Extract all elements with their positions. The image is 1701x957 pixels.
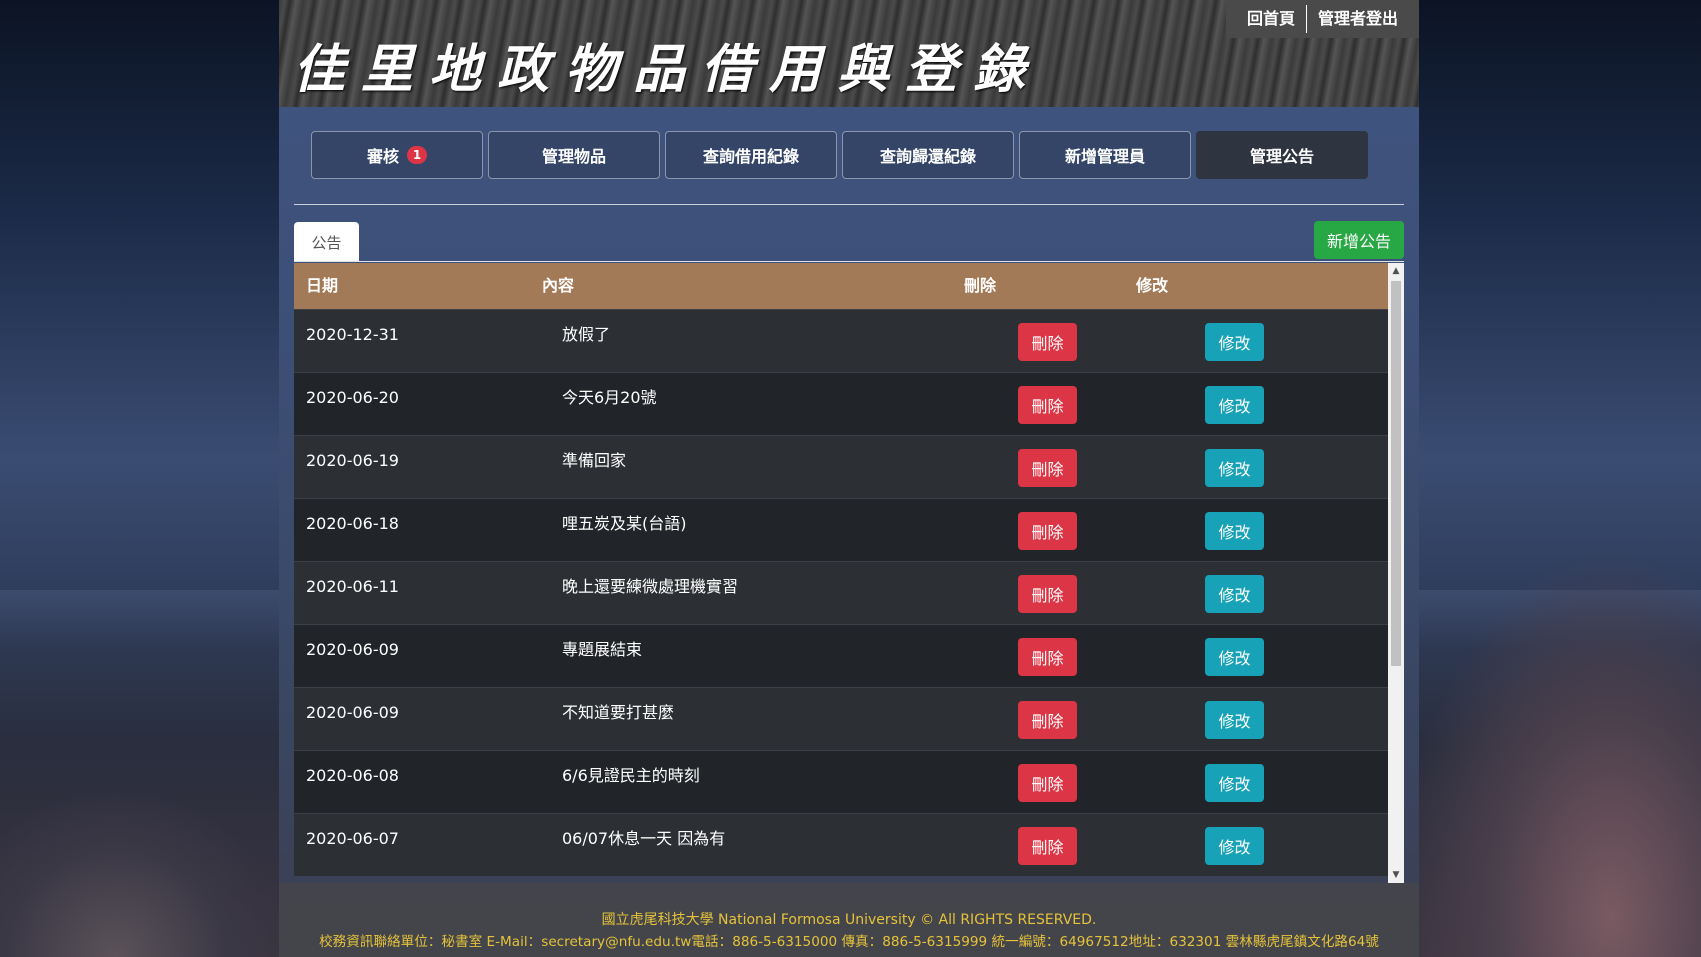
row-date: 2020-06-19 [306, 451, 399, 470]
delete-button[interactable]: 刪除 [1018, 575, 1077, 613]
section-divider [294, 204, 1404, 205]
table-row: 2020-06-08 6/6見證民主的時刻 刪除 修改 [294, 750, 1388, 813]
nav-add-admin-button[interactable]: 新增管理員 [1019, 131, 1191, 179]
home-link[interactable]: 回首頁 [1236, 4, 1306, 34]
delete-button[interactable]: 刪除 [1018, 323, 1077, 361]
table-row: 2020-06-18 哩五炭及某(台語) 刪除 修改 [294, 498, 1388, 561]
delete-button[interactable]: 刪除 [1018, 512, 1077, 550]
edit-button[interactable]: 修改 [1205, 827, 1264, 865]
header-delete: 刪除 [964, 276, 997, 295]
scroll-down-arrow-icon[interactable]: ▼ [1388, 867, 1404, 883]
table-row: 2020-06-11 晚上還要練微處理機實習 刪除 修改 [294, 561, 1388, 624]
header-edit: 修改 [1136, 276, 1169, 295]
edit-button[interactable]: 修改 [1205, 386, 1264, 424]
table-body: 2020-12-31 放假了 刪除 修改 2020-06-20 今天6月20號 刪除 修改 20… [294, 309, 1388, 876]
background-rock-left [0, 787, 290, 957]
row-content: 06/07休息一天 因為有 [562, 829, 726, 848]
announcement-table: 日期 內容 刪除 修改 2020-12-31 放假了 刪除 修改 2020-06-20 今… [294, 263, 1404, 883]
delete-button[interactable]: 刪除 [1018, 638, 1077, 676]
edit-button[interactable]: 修改 [1205, 764, 1264, 802]
table-row: 2020-06-09 不知道要打甚麼 刪除 修改 [294, 687, 1388, 750]
delete-button[interactable]: 刪除 [1018, 701, 1077, 739]
footer-copyright: 國立虎尾科技大學 National Formosa University © A… [601, 912, 1097, 928]
footer: 國立虎尾科技大學 National Formosa University © A… [279, 883, 1419, 957]
row-content: 準備回家 [562, 451, 627, 470]
nav-review-button[interactable]: 審核 1 [311, 131, 483, 179]
admin-logout-link[interactable]: 管理者登出 [1307, 4, 1409, 34]
row-content: 不知道要打甚麼 [562, 703, 675, 722]
site-title: 佳里地政物品借用與登錄 [293, 39, 1042, 100]
table-row: 2020-06-19 準備回家 刪除 修改 [294, 435, 1388, 498]
delete-button[interactable]: 刪除 [1018, 386, 1077, 424]
table-row: 2020-06-20 今天6月20號 刪除 修改 [294, 372, 1388, 435]
nav-manage-announcements-button[interactable]: 管理公告 [1196, 131, 1368, 179]
row-date: 2020-06-11 [306, 577, 399, 596]
row-date: 2020-06-09 [306, 640, 399, 659]
nav-borrow-records-button[interactable]: 查詢借用紀錄 [665, 131, 837, 179]
edit-button[interactable]: 修改 [1205, 323, 1264, 361]
header-banner: 佳里地政物品借用與登錄 回首頁 管理者登出 [279, 0, 1419, 107]
table-header: 日期 內容 刪除 修改 [294, 263, 1388, 309]
row-date: 2020-06-09 [306, 703, 399, 722]
row-date: 2020-12-31 [306, 325, 399, 344]
row-date: 2020-06-18 [306, 514, 399, 533]
delete-button[interactable]: 刪除 [1018, 449, 1077, 487]
table-scrollbar[interactable]: ▲ ▼ [1388, 263, 1404, 883]
table-row: 2020-06-07 06/07休息一天 因為有 刪除 修改 [294, 813, 1388, 876]
edit-button[interactable]: 修改 [1205, 575, 1264, 613]
table-row: 2020-12-31 放假了 刪除 修改 [294, 309, 1388, 372]
row-content: 晚上還要練微處理機實習 [562, 577, 739, 596]
row-date: 2020-06-20 [306, 388, 399, 407]
edit-button[interactable]: 修改 [1205, 638, 1264, 676]
header-content: 內容 [542, 276, 575, 295]
scroll-thumb[interactable] [1391, 281, 1401, 666]
tab-underline [294, 261, 1404, 262]
footer-contact: 校務資訊聯絡單位：秘書室 E-Mail：secretary@nfu.edu.tw… [319, 934, 1379, 950]
nav-review-label: 審核 [366, 147, 399, 166]
admin-nav: 審核 1 管理物品 查詢借用紀錄 查詢歸還紀錄 新增管理員 管理公告 [311, 131, 1368, 179]
nav-manage-items-button[interactable]: 管理物品 [488, 131, 660, 179]
edit-button[interactable]: 修改 [1205, 512, 1264, 550]
row-content: 哩五炭及某(台語) [562, 514, 687, 533]
review-count-badge: 1 [407, 146, 427, 164]
tab-announcements[interactable]: 公告 [294, 222, 359, 262]
delete-button[interactable]: 刪除 [1018, 764, 1077, 802]
row-content: 今天6月20號 [562, 388, 657, 407]
row-date: 2020-06-08 [306, 766, 399, 785]
row-date: 2020-06-07 [306, 829, 399, 848]
row-content: 放假了 [562, 325, 611, 344]
delete-button[interactable]: 刪除 [1018, 827, 1077, 865]
background-rock-right [1401, 557, 1701, 957]
table-row: 2020-06-09 專題展結束 刪除 修改 [294, 624, 1388, 687]
top-links: 回首頁 管理者登出 [1225, 0, 1419, 38]
main-container: 佳里地政物品借用與登錄 回首頁 管理者登出 審核 1 管理物品 查詢借用紀錄 查… [279, 0, 1419, 957]
edit-button[interactable]: 修改 [1205, 449, 1264, 487]
edit-button[interactable]: 修改 [1205, 701, 1264, 739]
header-date: 日期 [306, 276, 339, 295]
scroll-up-arrow-icon[interactable]: ▲ [1388, 263, 1404, 279]
row-content: 6/6見證民主的時刻 [562, 766, 700, 785]
row-content: 專題展結束 [562, 640, 643, 659]
add-announcement-button[interactable]: 新增公告 [1314, 221, 1404, 259]
nav-return-records-button[interactable]: 查詢歸還紀錄 [842, 131, 1014, 179]
